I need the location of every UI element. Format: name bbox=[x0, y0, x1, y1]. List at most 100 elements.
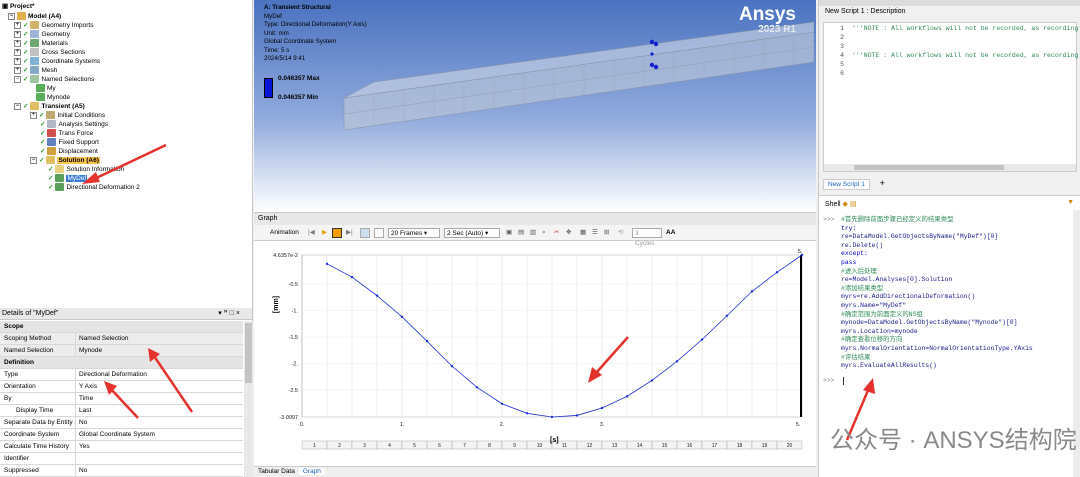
frames-select[interactable]: 20 Frames ▾ bbox=[388, 228, 440, 238]
tree-item[interactable]: + ✓ Coordinate Systems bbox=[14, 57, 100, 66]
frame-label: 14 bbox=[637, 443, 643, 449]
tree-item[interactable]: + ✓ Mesh bbox=[14, 66, 57, 75]
antialias-button[interactable]: AA bbox=[666, 228, 675, 238]
cycles-icon[interactable]: ⟲ bbox=[618, 228, 623, 238]
tree-model[interactable]: − Model (A4) bbox=[8, 12, 61, 21]
graph-toolbar: Animation |◀ ▶ ▶| 20 Frames ▾ 2 Sec (Aut… bbox=[254, 225, 816, 247]
tree-item[interactable]: ✓ Trans Force bbox=[40, 129, 93, 138]
distributed-icon[interactable] bbox=[360, 228, 370, 238]
details-value[interactable]: Last bbox=[79, 405, 91, 416]
frame-label: 18 bbox=[737, 443, 743, 449]
data-point bbox=[575, 414, 579, 417]
table-icon[interactable]: ⊞ bbox=[604, 228, 609, 238]
tree-item[interactable]: Mynode bbox=[36, 93, 70, 102]
details-value[interactable]: Y Axis bbox=[79, 381, 97, 392]
code-line[interactable]: '''NOTE : All workflows will not be reco… bbox=[852, 25, 1078, 32]
play-icon[interactable]: ▶ bbox=[322, 228, 327, 238]
data-point bbox=[500, 402, 504, 405]
details-value[interactable]: Named Selection bbox=[79, 333, 129, 344]
details-key: Named Selection bbox=[4, 345, 76, 356]
rewind-icon[interactable]: |◀ bbox=[308, 228, 315, 238]
details-value[interactable]: Time bbox=[79, 393, 93, 404]
tree-item[interactable]: + ✓ Cross Sections bbox=[14, 48, 85, 57]
code-area[interactable]: 1 '''NOTE : All workflows will not be rec… bbox=[823, 22, 1078, 172]
tab-new-script-1[interactable]: New Script 1 bbox=[823, 179, 870, 190]
result-sets-icon[interactable] bbox=[374, 228, 384, 238]
tree-item[interactable]: + ✓ Geometry bbox=[14, 30, 70, 39]
details-panel: Details of "MyDef" ▾ ꟸ □ × Scope Scoping M… bbox=[0, 308, 253, 477]
details-value[interactable]: No bbox=[79, 465, 87, 476]
tree-item[interactable]: + ✓ Materials bbox=[14, 39, 68, 48]
y-tick-label: -2.5 bbox=[289, 388, 298, 394]
shell-line: myrs.Name="MyDef" bbox=[841, 302, 907, 309]
fit-icon[interactable]: ▤ bbox=[518, 228, 524, 238]
y-tick-label: 4.6357e-2 bbox=[273, 253, 298, 259]
details-key: Calculate Time History bbox=[4, 441, 76, 452]
details-row[interactable]: Calculate Time History Yes bbox=[0, 441, 243, 453]
tree-item[interactable]: + ✓ Geometry Imports bbox=[14, 21, 93, 30]
data-point bbox=[325, 262, 329, 266]
details-row[interactable]: Identifier bbox=[0, 453, 243, 465]
project-icon: ▣ bbox=[2, 3, 10, 10]
details-key: Scoping Method bbox=[4, 333, 76, 344]
pan-icon[interactable]: ✥ bbox=[566, 228, 571, 238]
frame-label: 16 bbox=[687, 443, 693, 449]
details-row[interactable]: Suppressed No bbox=[0, 465, 243, 477]
line-number: 3 bbox=[840, 43, 844, 50]
grid-icon[interactable]: ▦ bbox=[580, 228, 586, 238]
details-key: Identifier bbox=[4, 453, 76, 464]
y-tick-label: -1.5 bbox=[289, 335, 298, 341]
details-pin-icon[interactable]: ▾ ꟸ □ × bbox=[218, 308, 240, 320]
red-arrow-annotation bbox=[148, 348, 194, 413]
shell-line: #确定查看位移的方向 bbox=[841, 336, 903, 344]
details-row[interactable]: Scoping Method Named Selection bbox=[0, 333, 243, 345]
forward-icon[interactable]: ▶| bbox=[346, 228, 353, 238]
code-line[interactable]: '''NOTE : All workflows will not be reco… bbox=[852, 52, 1078, 59]
materials-icon bbox=[30, 39, 40, 48]
details-key: Separate Data by Entity bbox=[4, 417, 76, 428]
details-value[interactable]: Mynode bbox=[79, 345, 102, 356]
tree-project[interactable]: ▣ Project* bbox=[2, 2, 35, 11]
details-title: Details of "MyDef" ▾ ꟸ □ × bbox=[0, 308, 252, 320]
details-value[interactable]: Global Coordinate System bbox=[79, 429, 155, 440]
stop-icon[interactable] bbox=[332, 228, 342, 238]
code-hscrollbar[interactable] bbox=[824, 164, 1076, 171]
export-video-icon[interactable]: ▣ bbox=[506, 228, 512, 238]
tree-item[interactable]: − ✓ Named Selections bbox=[14, 75, 94, 84]
probe-icon[interactable]: ✂ bbox=[554, 228, 559, 238]
editor-toolbar bbox=[819, 0, 1080, 6]
frame-label: 7 bbox=[463, 443, 466, 449]
tree-item[interactable]: + ✓ Initial Conditions bbox=[30, 111, 105, 120]
data-point bbox=[350, 275, 354, 279]
line-number: 4 bbox=[840, 52, 844, 59]
legend-max-label: 0.046357 Max bbox=[278, 75, 320, 82]
shell-toolbar-icon: ◆ ▤ bbox=[842, 201, 857, 208]
search-icon[interactable]: ⌕ bbox=[542, 228, 546, 238]
tree-item[interactable]: − ✓ Transient (A5) bbox=[14, 102, 85, 111]
zoom-icon[interactable]: ▥ bbox=[530, 228, 536, 238]
tree-item[interactable]: My bbox=[36, 84, 56, 93]
3d-viewport[interactable]: A: Transient Structural MyDef Type: Dire… bbox=[254, 0, 816, 212]
tree-item[interactable]: ✓ Analysis Settings bbox=[40, 120, 108, 129]
details-row[interactable]: Coordinate System Global Coordinate Syste… bbox=[0, 429, 243, 441]
deformation-icon bbox=[55, 174, 65, 183]
data-point bbox=[725, 314, 729, 317]
y-tick-label: -1. bbox=[292, 308, 299, 314]
tab-tabular-data[interactable]: Tabular Data bbox=[254, 468, 299, 475]
shell-line: pass bbox=[841, 259, 857, 266]
editor-title: New Script 1 : Description bbox=[825, 8, 906, 15]
list-icon[interactable]: ☰ bbox=[592, 228, 598, 238]
details-row[interactable]: Named Selection Mynode bbox=[0, 345, 243, 357]
details-scrollbar[interactable] bbox=[244, 321, 253, 477]
cycles-select[interactable]: 3 Cycles bbox=[632, 228, 662, 247]
tab-graph[interactable]: Graph bbox=[298, 468, 325, 475]
filter-icon[interactable]: ▼ bbox=[1067, 199, 1074, 206]
details-value[interactable]: Yes bbox=[79, 441, 90, 452]
duration-select[interactable]: 2 Sec (Auto) ▾ bbox=[444, 228, 500, 238]
transient-icon bbox=[30, 102, 40, 111]
red-arrow-annotation bbox=[104, 381, 139, 419]
details-section: Scope bbox=[0, 321, 243, 333]
details-value[interactable]: No bbox=[79, 417, 87, 428]
watermark: 公众号 · ANSYS结构院 bbox=[830, 427, 1077, 454]
add-script-button[interactable]: + bbox=[880, 178, 885, 188]
